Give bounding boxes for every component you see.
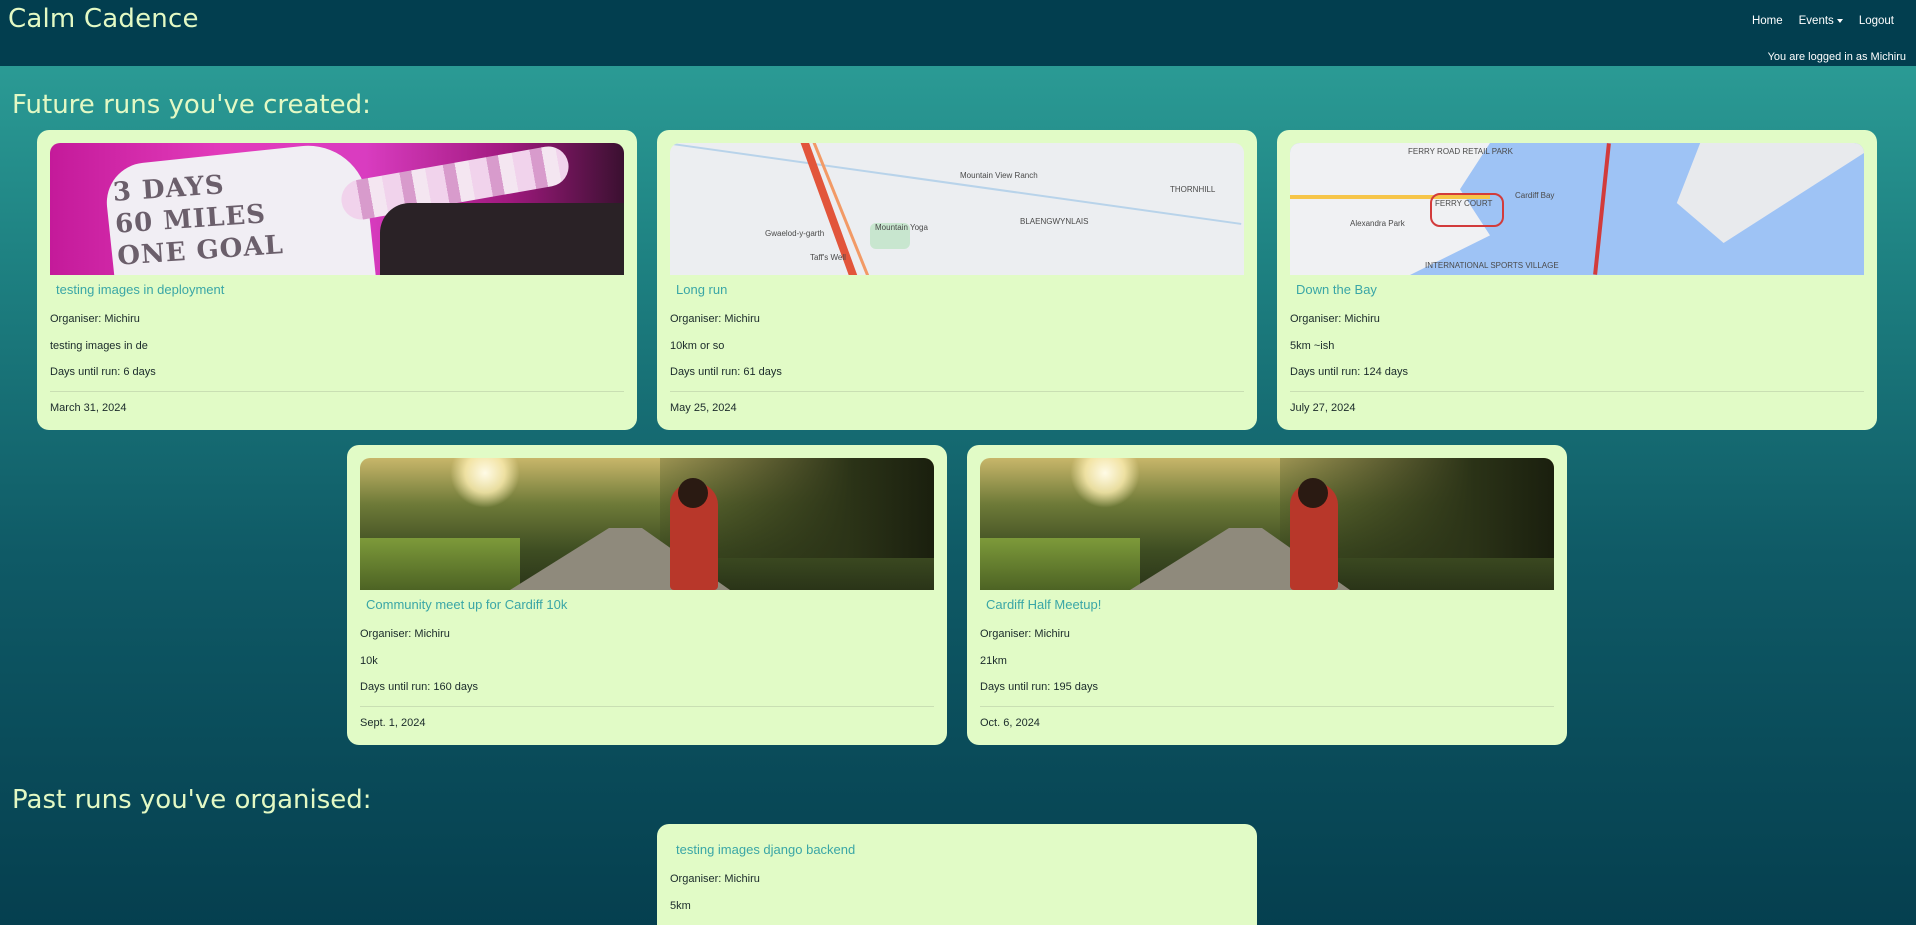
- map-label: Mountain Yoga: [875, 223, 928, 232]
- dark-shape: [380, 203, 624, 275]
- map-label: Mountain View Ranch: [960, 171, 1038, 180]
- map-land: [1676, 143, 1864, 243]
- event-organiser: Organiser: Michiru: [1290, 313, 1380, 325]
- map-river: [672, 143, 1242, 225]
- photo-runner-head: [1298, 478, 1328, 508]
- map-label: THORNHILL: [1170, 185, 1216, 194]
- photo-sun: [1070, 458, 1140, 508]
- card-divider: [360, 706, 934, 707]
- map-label: INTERNATIONAL SPORTS VILLAGE: [1425, 261, 1559, 270]
- event-title-link[interactable]: Cardiff Half Meetup!: [986, 597, 1101, 612]
- event-organiser: Organiser: Michiru: [670, 313, 760, 325]
- future-runs-heading: Future runs you've created:: [12, 90, 371, 120]
- photo-runner-head: [678, 478, 708, 508]
- photo-grass: [980, 538, 1140, 590]
- event-image[interactable]: [980, 458, 1554, 590]
- event-days-until: Days until run: 6 days: [50, 366, 156, 378]
- nav-events-label: Events: [1798, 15, 1834, 27]
- event-organiser: Organiser: Michiru: [980, 628, 1070, 640]
- event-days-until: Days until run: 61 days: [670, 366, 782, 378]
- event-description: 10k: [360, 655, 378, 667]
- event-card: Cardiff Half Meetup! Organiser: Michiru …: [967, 445, 1567, 745]
- map-label: Cardiff Bay: [1515, 191, 1555, 200]
- event-days-until: Days until run: 195 days: [980, 681, 1099, 693]
- event-description: 5km ~ish: [1290, 340, 1335, 352]
- map-label: Alexandra Park: [1350, 219, 1405, 228]
- event-organiser: Organiser: Michiru: [670, 873, 760, 885]
- event-description: 21km: [980, 655, 1007, 667]
- event-title-link[interactable]: testing images in deployment: [56, 282, 224, 297]
- event-title-link[interactable]: Down the Bay: [1296, 282, 1377, 297]
- event-date: Oct. 6, 2024: [980, 717, 1040, 729]
- map-label: FERRY COURT: [1435, 199, 1493, 208]
- photo-grass: [360, 538, 520, 590]
- event-title-link[interactable]: Long run: [676, 282, 727, 297]
- photo-sun: [450, 458, 520, 508]
- card-divider: [50, 391, 624, 392]
- login-status: You are logged in as Michiru: [1767, 51, 1906, 63]
- nav-links: Home Events Logout: [1744, 15, 1902, 27]
- caret-down-icon: [1836, 19, 1843, 23]
- jacket-text: 3 DAYS 60 MILES ONE GOAL: [112, 165, 285, 272]
- event-description: 5km: [670, 900, 691, 912]
- event-image[interactable]: [360, 458, 934, 590]
- nav-home-link[interactable]: Home: [1744, 15, 1791, 27]
- map-label: BLAENGWYNLAIS: [1020, 217, 1089, 226]
- event-card: Mountain View Ranch Mountain Yoga BLAENG…: [657, 130, 1257, 430]
- event-organiser: Organiser: Michiru: [50, 313, 140, 325]
- card-divider: [1290, 391, 1864, 392]
- event-date: July 27, 2024: [1290, 402, 1356, 414]
- map-label: Gwaelod-y-garth: [765, 229, 825, 238]
- nav-logout-link[interactable]: Logout: [1851, 15, 1902, 27]
- card-divider: [670, 391, 1244, 392]
- event-organiser: Organiser: Michiru: [360, 628, 450, 640]
- past-runs-heading: Past runs you've organised:: [12, 785, 372, 815]
- event-title-link[interactable]: Community meet up for Cardiff 10k: [366, 597, 567, 612]
- brand-logo[interactable]: Calm Cadence: [8, 4, 199, 34]
- event-map-image[interactable]: FERRY ROAD RETAIL PARK FERRY COURT Alexa…: [1290, 143, 1864, 275]
- nav-events-dropdown[interactable]: Events: [1791, 15, 1851, 27]
- event-map-image[interactable]: Mountain View Ranch Mountain Yoga BLAENG…: [670, 143, 1244, 275]
- event-days-until: Days until run: 160 days: [360, 681, 479, 693]
- event-title-link[interactable]: testing images django backend: [676, 842, 855, 857]
- event-date: May 25, 2024: [670, 402, 737, 414]
- event-card: testing images django backend Organiser:…: [657, 824, 1257, 925]
- event-description: 10km or so: [670, 340, 725, 352]
- event-date: Sept. 1, 2024: [360, 717, 426, 729]
- event-card: 3 DAYS 60 MILES ONE GOAL testing images …: [37, 130, 637, 430]
- map-label: Taff's Well: [810, 253, 846, 262]
- event-date: March 31, 2024: [50, 402, 127, 414]
- event-image[interactable]: 3 DAYS 60 MILES ONE GOAL: [50, 143, 624, 275]
- event-description: testing images in de: [50, 340, 148, 352]
- event-card: Community meet up for Cardiff 10k Organi…: [347, 445, 947, 745]
- map-label: FERRY ROAD RETAIL PARK: [1408, 147, 1513, 156]
- card-divider: [980, 706, 1554, 707]
- event-days-until: Days until run: 124 days: [1290, 366, 1409, 378]
- event-card: FERRY ROAD RETAIL PARK FERRY COURT Alexa…: [1277, 130, 1877, 430]
- navbar: Calm Cadence Home Events Logout You are …: [0, 0, 1916, 66]
- map-route: [1593, 143, 1611, 275]
